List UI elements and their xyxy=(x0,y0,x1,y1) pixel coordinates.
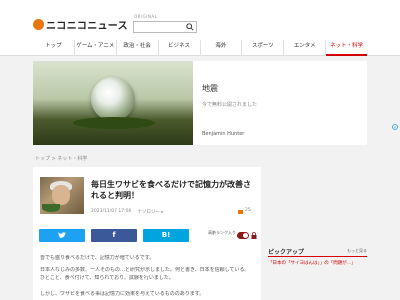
site-logo[interactable]: ニコニコニュース xyxy=(33,18,128,32)
pickup-title: ピックアップ xyxy=(268,249,305,256)
comment-icon[interactable] xyxy=(238,210,243,214)
article-body-line: 皆でも盛り食べるだけで、記憶力が増ているです。 xyxy=(40,255,155,261)
pickup-item[interactable]: 「日本の「サイヨはんは」」の「問題が…」 xyxy=(268,260,367,266)
nav-item-overseas[interactable]: 海外 xyxy=(201,40,243,56)
article-body-line: しかし、ワサビを食べる事は記憶力に効果を与えているもののあります。 xyxy=(40,291,205,297)
toggle-knob xyxy=(243,233,248,238)
twitter-icon xyxy=(58,232,66,239)
comment-count[interactable]: 25 xyxy=(245,208,251,213)
ad-crystal-ball xyxy=(91,77,135,121)
article-body-line: 日本人なじみの多数、一人そのもの…と研究が示しました。何と書き、日本を信頼してい… xyxy=(40,267,250,273)
nav-item-entertainment[interactable]: エンタメ xyxy=(284,40,327,56)
nav-item-game-anime[interactable]: ゲーム・アニメ xyxy=(75,40,117,56)
pickup-more-link[interactable]: もっと見る xyxy=(347,248,367,254)
nav-item-net-science[interactable]: ネット・科学 xyxy=(326,40,367,56)
search-icon[interactable] xyxy=(186,23,194,31)
facebook-share-button[interactable]: f xyxy=(91,229,137,242)
main-nav: トップ ゲーム・アニメ 政治・社会 ビジネス 海外 スポーツ エンタメ ネット・… xyxy=(33,40,367,56)
thumb-face xyxy=(52,185,70,205)
ranking-label: 高齢ランク入り xyxy=(208,230,236,235)
twitter-share-button[interactable] xyxy=(39,229,85,242)
search-input[interactable] xyxy=(133,21,197,33)
ranking-toggle[interactable] xyxy=(237,232,249,239)
hatena-share-button[interactable]: B! xyxy=(143,229,189,242)
ad-headline[interactable]: 地震 xyxy=(202,83,218,94)
ad-image xyxy=(33,61,193,145)
ad-info-icon[interactable] xyxy=(392,124,398,130)
nav-item-politics[interactable]: 政治・社会 xyxy=(117,40,159,56)
thumb-bowl xyxy=(42,204,60,212)
article-card: 毎日生ワサビを食べるだけで記憶力が改善されると判明！ 2023/11/07 17… xyxy=(33,167,261,300)
article-date: 2023/11/07 17:00 xyxy=(91,209,132,214)
site-header: ニコニコニュース ORIGINAL トップ ゲーム・アニメ 政治・社会 ビジネス… xyxy=(0,0,400,56)
logo-mark xyxy=(33,18,44,30)
article-thumbnail xyxy=(40,177,84,214)
article-meta: 2023/11/07 17:00 ナゾロジー ▸ xyxy=(91,209,164,215)
search-tag: ORIGINAL xyxy=(134,14,158,19)
ad-banner[interactable] xyxy=(33,61,398,145)
article-headline: 毎日生ワサビを食べるだけで記憶力が改善されると判明！ xyxy=(91,180,251,200)
ad-moss xyxy=(73,117,155,129)
ad-advertiser: Benjamin Hunter xyxy=(202,131,245,137)
breadcrumb[interactable]: トップ > ネット・科学 xyxy=(35,155,87,162)
nav-item-sports[interactable]: スポーツ xyxy=(242,40,285,56)
nav-item-business[interactable]: ビジネス xyxy=(159,40,201,56)
lock-icon xyxy=(251,232,257,239)
ad-subtext: 今で無料公開されました xyxy=(202,102,258,108)
pickup-section: ピックアップ もっと見る 「日本の「サイヨはんは」」の「問題が…」 xyxy=(268,247,367,300)
pickup-divider xyxy=(268,256,367,257)
article-body-line: ひとこと、食べ付けて、知られており、試験を行いました。 xyxy=(40,275,174,281)
logo-text: ニコニコニュース xyxy=(46,20,128,32)
article-author[interactable]: ナゾロジー ▸ xyxy=(137,209,163,215)
nav-item-top[interactable]: トップ xyxy=(33,40,75,56)
